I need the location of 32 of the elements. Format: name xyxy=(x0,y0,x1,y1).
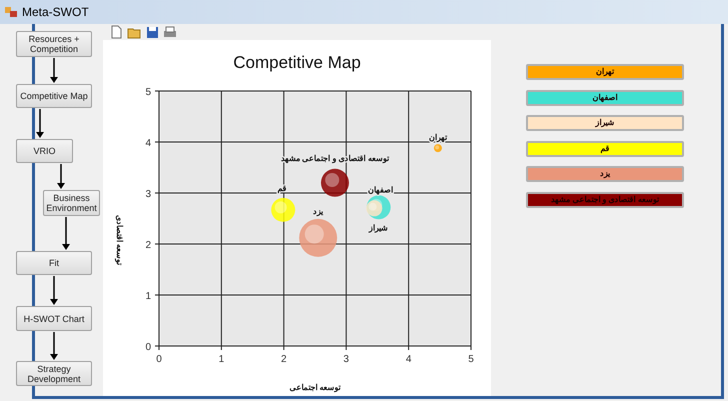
step-button[interactable]: VRIO xyxy=(16,139,73,163)
tick-label: 5 xyxy=(145,87,151,98)
data-label: تهران xyxy=(428,133,447,142)
tick-label: 0 xyxy=(145,342,151,353)
tick-label: 2 xyxy=(145,240,151,251)
step-button[interactable]: Fit xyxy=(16,251,92,275)
y-axis-label: توسعه اقتصادی xyxy=(115,214,124,266)
tick-label: 5 xyxy=(468,354,474,365)
legend-button[interactable]: شیراز xyxy=(526,115,684,131)
step-button[interactable]: H-SWOT Chart xyxy=(16,306,92,331)
data-label: اصفهان xyxy=(368,185,394,194)
window-title: Meta-SWOT xyxy=(22,4,89,21)
tick-label: 1 xyxy=(145,291,151,302)
x-axis-label: توسعه اجتماعی xyxy=(289,383,341,392)
step-button[interactable]: Business Environment xyxy=(43,190,100,216)
legend-button[interactable]: یزد xyxy=(526,166,684,182)
data-label: یزد xyxy=(313,206,324,216)
tick-label: 4 xyxy=(406,354,412,365)
tick-label: 2 xyxy=(281,354,287,365)
legend-button[interactable]: قم xyxy=(526,140,684,156)
tick-label: 0 xyxy=(156,354,162,365)
legend-button[interactable]: اصفهان xyxy=(526,90,684,106)
step-button[interactable]: Competitive Map xyxy=(16,84,92,108)
step-button[interactable]: Strategy Development xyxy=(16,361,92,386)
tick-label: 3 xyxy=(343,354,349,365)
tick-label: 4 xyxy=(145,138,151,149)
tick-label: 1 xyxy=(218,354,224,365)
legend-button[interactable]: تهران xyxy=(526,64,684,80)
step-button[interactable]: Resources + Competition xyxy=(16,31,92,57)
tick-label: 3 xyxy=(145,189,151,200)
data-label: شیراز xyxy=(368,223,388,232)
chart-title: Competitive Map xyxy=(233,53,361,72)
